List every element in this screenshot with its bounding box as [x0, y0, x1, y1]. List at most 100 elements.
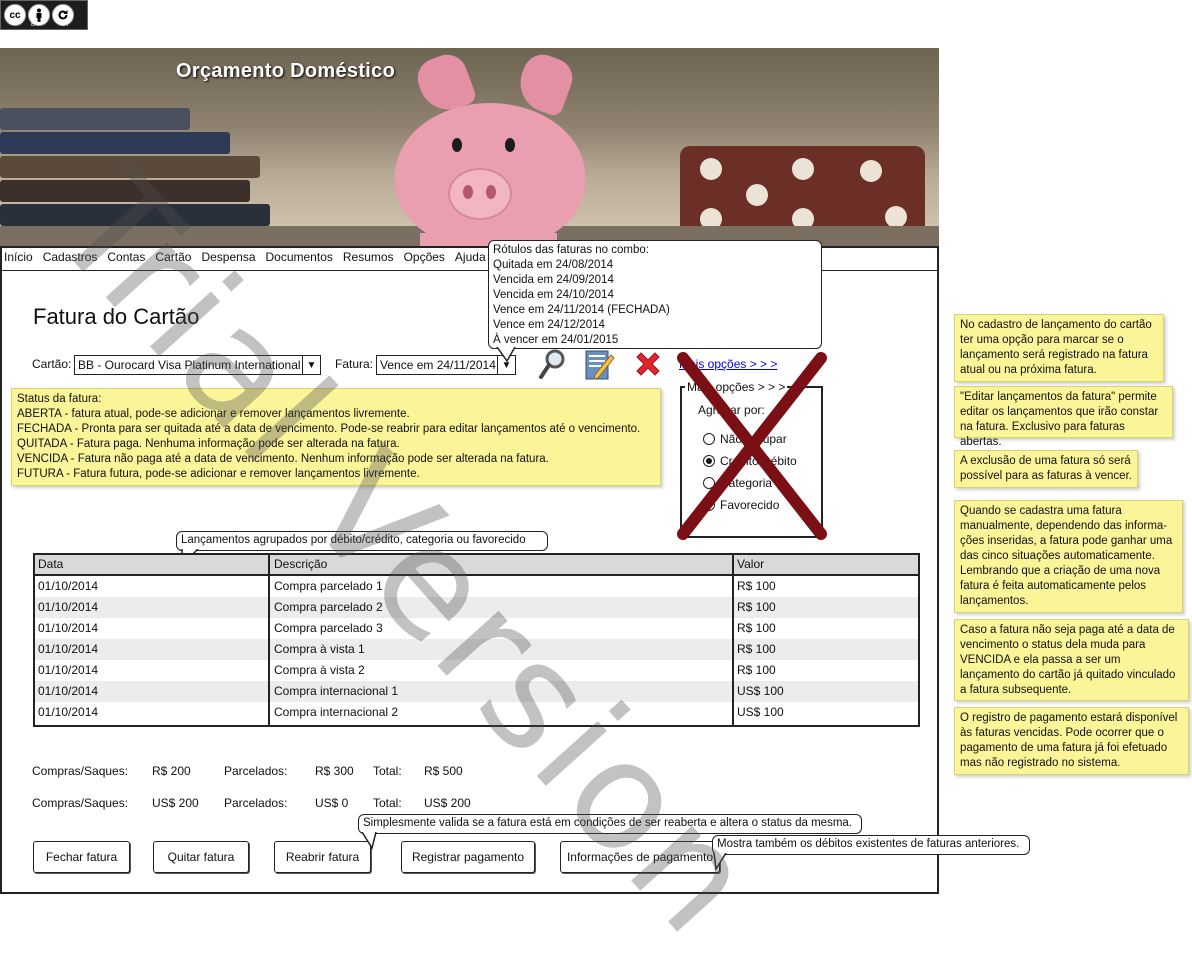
- totals-usd-total: US$ 200: [424, 796, 471, 810]
- column-divider: [732, 555, 734, 725]
- card-label: Cartão:: [32, 357, 72, 371]
- callout-line: Vence em 24/12/2014: [493, 319, 605, 331]
- cell-date: 01/10/2014: [38, 579, 99, 593]
- books-image: [0, 108, 270, 238]
- status-note: Status da fatura: ABERTA - fatura atual,…: [11, 388, 661, 486]
- callout-line: Quitada em 24/08/2014: [493, 259, 614, 271]
- card-select[interactable]: BB - Ourocard Visa Platinum Internationa…: [74, 355, 321, 375]
- combo-labels-callout: Rótulos das faturas no combo: Quitada em…: [488, 240, 822, 349]
- cell-date: 01/10/2014: [38, 600, 99, 614]
- transactions-table: Data Descrição Valor 01/10/2014 Compra p…: [33, 553, 920, 727]
- cell-value: R$ 100: [737, 621, 776, 635]
- cell-date: 01/10/2014: [38, 663, 99, 677]
- totals-brl-purchases: R$ 200: [152, 764, 191, 778]
- status-note-line: QUITADA - Fatura paga. Nenhuma informaçã…: [17, 438, 400, 450]
- status-note-line: FUTURA - Fatura futura, pode-se adiciona…: [17, 468, 420, 480]
- cell-value: R$ 100: [737, 579, 776, 593]
- menu-contas[interactable]: Contas: [107, 250, 145, 264]
- menu-ajuda[interactable]: Ajuda: [455, 250, 486, 264]
- menu-cartao[interactable]: Cartão: [155, 250, 191, 264]
- cell-date: 01/10/2014: [38, 684, 99, 698]
- totals-brl-total-label: Total:: [373, 764, 402, 778]
- totals-usd-purchases: US$ 200: [152, 796, 199, 810]
- cell-value: R$ 100: [737, 642, 776, 656]
- side-note: O registro de pagamento estará disponíve…: [954, 707, 1189, 775]
- status-note-line: ABERTA - fatura atual, pode-se adicionar…: [17, 408, 410, 420]
- callout-line: À vencer em 24/01/2015: [493, 334, 619, 346]
- header-value[interactable]: Valor: [737, 557, 764, 571]
- callout-line: Vencida em 24/10/2014: [493, 289, 614, 301]
- header-description[interactable]: Descrição: [274, 557, 327, 571]
- table-row[interactable]: 01/10/2014 Compra parcelado 2 R$ 100: [35, 597, 918, 618]
- table-row[interactable]: 01/10/2014 Compra internacional 1 US$ 10…: [35, 681, 918, 702]
- cell-date: 01/10/2014: [38, 621, 99, 635]
- header-date[interactable]: Data: [38, 557, 63, 571]
- cell-date: 01/10/2014: [38, 642, 99, 656]
- sa-label: SA: [60, 22, 69, 28]
- cell-value: R$ 100: [737, 600, 776, 614]
- callout-line: Vencida em 24/09/2014: [493, 274, 614, 286]
- table-header: Data Descrição Valor: [35, 555, 918, 576]
- cell-description: Compra internacional 2: [274, 705, 399, 719]
- column-divider: [268, 555, 270, 725]
- register-payment-button[interactable]: Registrar pagamento: [401, 841, 535, 873]
- status-note-line: FECHADA - Pronta para ser quitada até a …: [17, 423, 641, 435]
- side-note: Caso a fatura não seja paga até a data d…: [954, 619, 1189, 701]
- status-note-title: Status da fatura:: [17, 393, 102, 405]
- grouping-callout: Lançamentos agrupados por débito/crédito…: [176, 531, 548, 551]
- totals-brl-purchases-label: Compras/Saques:: [32, 764, 129, 778]
- callout-title: Rótulos das faturas no combo:: [493, 244, 649, 256]
- cell-description: Compra internacional 1: [274, 684, 399, 698]
- by-label: BY: [31, 22, 40, 28]
- table-row[interactable]: 01/10/2014 Compra à vista 1 R$ 100: [35, 639, 918, 660]
- cell-description: Compra à vista 1: [274, 642, 365, 656]
- totals-brl-installments: R$ 300: [315, 764, 354, 778]
- cell-date: 01/10/2014: [38, 705, 99, 719]
- crossed-out-mark: [677, 352, 827, 540]
- side-note: No cadastro de lançamento do cartão ter …: [954, 314, 1164, 382]
- pay-invoice-button[interactable]: Quitar fatura: [153, 841, 249, 873]
- delete-icon[interactable]: [633, 349, 663, 379]
- close-invoice-button[interactable]: Fechar fatura: [33, 841, 130, 873]
- header-banner: [0, 48, 939, 246]
- callout-tail: [496, 347, 516, 363]
- table-row[interactable]: 01/10/2014 Compra à vista 2 R$ 100: [35, 660, 918, 681]
- table-row[interactable]: 01/10/2014 Compra internacional 2 US$ 10…: [35, 702, 918, 723]
- menu-documentos[interactable]: Documentos: [266, 250, 333, 264]
- page-title: Fatura do Cartão: [33, 304, 200, 329]
- totals-usd-purchases-label: Compras/Saques:: [32, 796, 129, 810]
- table-row[interactable]: 01/10/2014 Compra parcelado 3 R$ 100: [35, 618, 918, 639]
- cell-description: Compra parcelado 3: [274, 621, 383, 635]
- side-note: A exclusão de uma fatura só será possíve…: [954, 450, 1138, 488]
- cell-value: R$ 100: [737, 663, 776, 677]
- search-icon[interactable]: [538, 348, 568, 380]
- status-note-line: VENCIDA - Fatura não paga até a data de …: [17, 453, 549, 465]
- table-row[interactable]: 01/10/2014 Compra parcelado 1 R$ 100: [35, 576, 918, 597]
- cell-description: Compra parcelado 2: [274, 600, 383, 614]
- main-menu: Início Cadastros Contas Cartão Despensa …: [4, 250, 496, 264]
- invoice-label: Fatura:: [335, 357, 374, 371]
- totals-brl-installments-label: Parcelados:: [224, 764, 288, 778]
- payment-info-button[interactable]: Informações de pagamento: [560, 841, 720, 873]
- menu-cadastros[interactable]: Cadastros: [43, 250, 98, 264]
- cell-value: US$ 100: [737, 684, 784, 698]
- menu-opcoes[interactable]: Opções: [404, 250, 445, 264]
- cell-description: Compra à vista 2: [274, 663, 365, 677]
- reopen-callout: Simplesmente valida se a fatura está em …: [358, 814, 862, 834]
- reopen-invoice-button[interactable]: Reabrir fatura: [274, 841, 371, 873]
- license-badge: cc BY SA: [0, 0, 88, 30]
- menu-inicio[interactable]: Início: [4, 250, 33, 264]
- callout-line: Vence em 24/11/2014 (FECHADA): [493, 304, 670, 316]
- side-note: Quando se cadastra uma fatura manualment…: [954, 500, 1183, 613]
- totals-usd-total-label: Total:: [373, 796, 402, 810]
- chevron-down-icon[interactable]: ▼: [302, 356, 320, 374]
- callout-tail: [713, 853, 727, 872]
- edit-icon[interactable]: [583, 347, 615, 381]
- menu-resumos[interactable]: Resumos: [343, 250, 394, 264]
- totals-usd-installments: US$ 0: [315, 796, 349, 810]
- menu-despensa[interactable]: Despensa: [201, 250, 255, 264]
- cc-icon: cc: [4, 4, 26, 26]
- card-select-value: BB - Ourocard Visa Platinum Internationa…: [78, 358, 301, 372]
- totals-usd-installments-label: Parcelados:: [224, 796, 288, 810]
- cell-description: Compra parcelado 1: [274, 579, 383, 593]
